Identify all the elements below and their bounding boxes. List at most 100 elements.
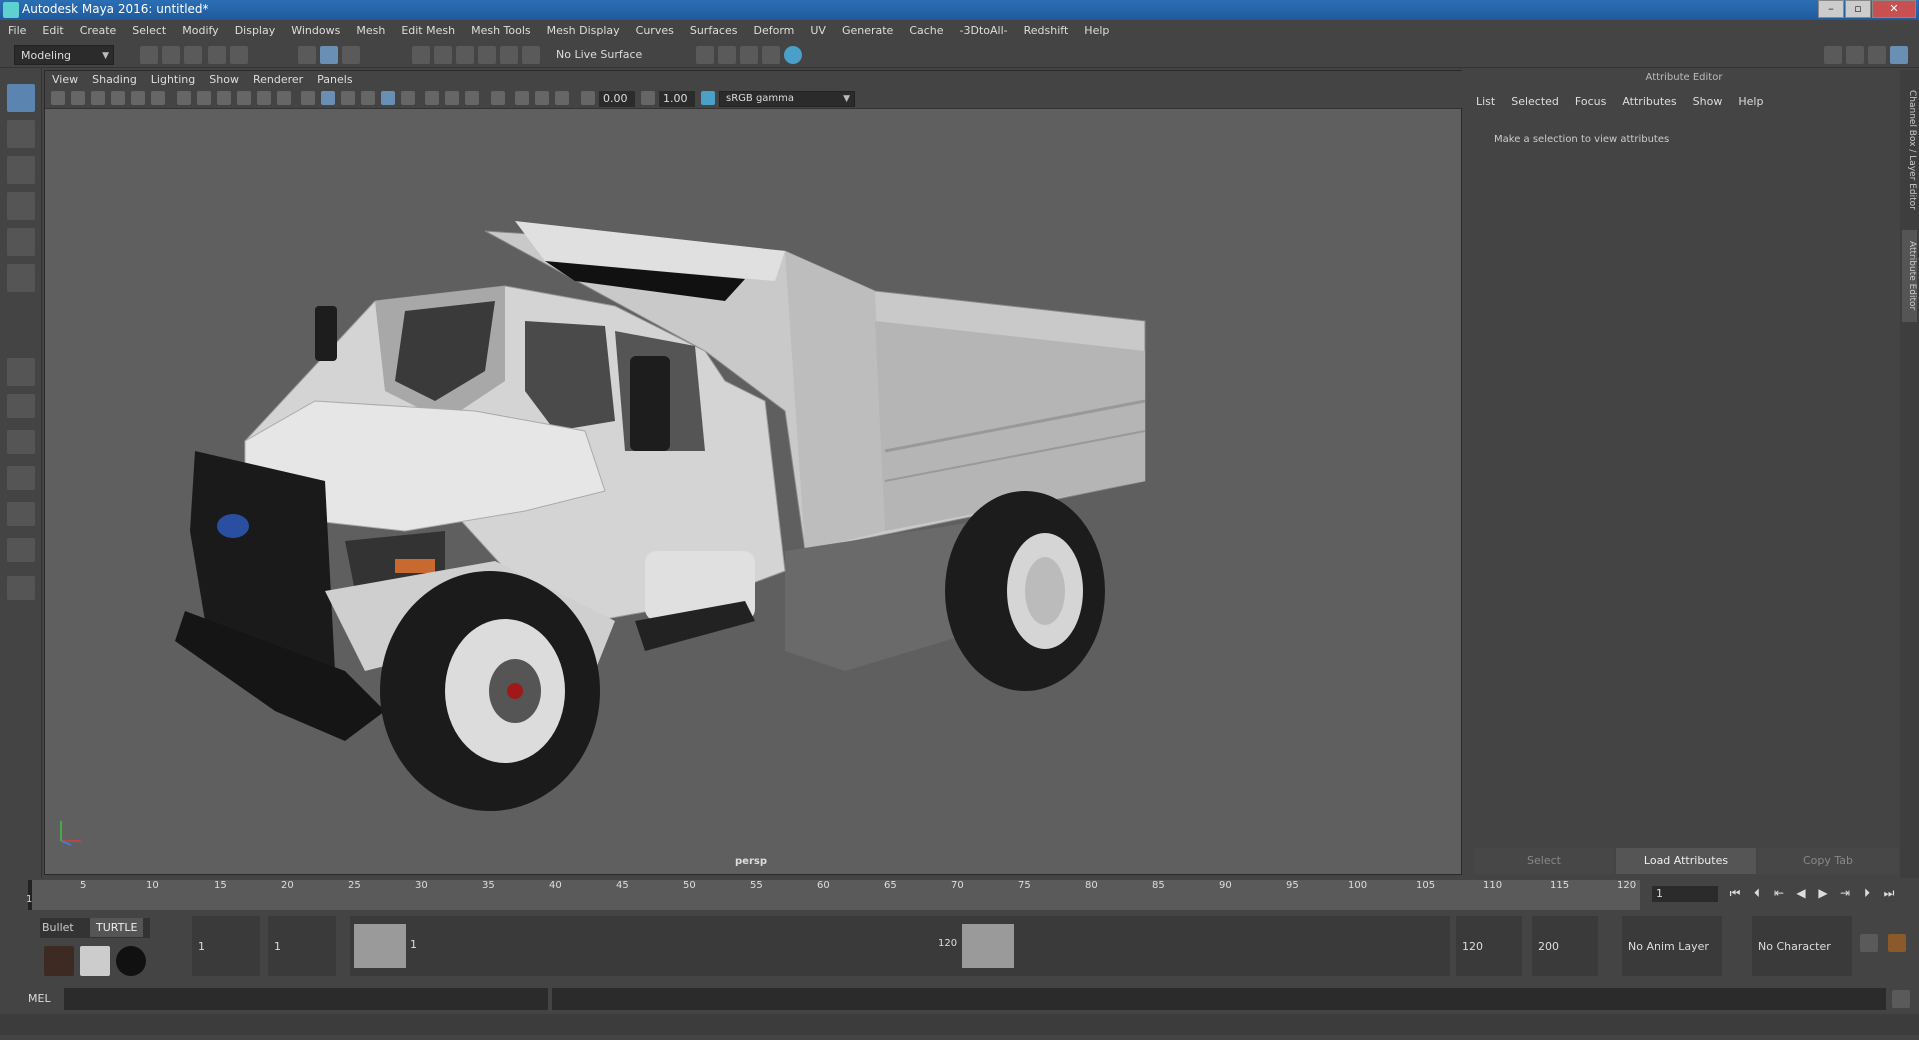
attribute-editor-toggle-icon[interactable]	[1846, 46, 1864, 64]
color-management-icon[interactable]	[701, 91, 715, 105]
go-to-end-icon[interactable]: ⏭	[1882, 886, 1896, 900]
save-scene-icon[interactable]	[184, 46, 202, 64]
camera-attributes-icon[interactable]	[71, 91, 85, 105]
channel-box-tab[interactable]: Channel Box / Layer Editor	[1902, 80, 1917, 220]
minimize-button[interactable]: –	[1818, 0, 1844, 18]
snap-grid-icon[interactable]	[412, 46, 430, 64]
live-surface-field[interactable]: No Live Surface	[550, 45, 644, 65]
safe-action-icon[interactable]	[277, 91, 291, 105]
modeling-toolkit-icon[interactable]	[1824, 46, 1842, 64]
paint-select-tool-icon[interactable]	[7, 156, 35, 184]
select-by-component-icon[interactable]	[342, 46, 360, 64]
shadows-icon[interactable]	[425, 91, 439, 105]
gate-mask-icon[interactable]	[237, 91, 251, 105]
auto-key-icon[interactable]	[1860, 934, 1878, 952]
open-scene-icon[interactable]	[162, 46, 180, 64]
command-input[interactable]	[64, 988, 548, 1010]
xray-icon[interactable]	[515, 91, 529, 105]
dump-truck-model[interactable]	[145, 151, 1325, 851]
step-back-key-icon[interactable]: ⇤	[1772, 886, 1786, 900]
material-shelf-icon[interactable]	[80, 946, 110, 976]
motion-blur-icon[interactable]	[465, 91, 479, 105]
snap-live-icon[interactable]	[500, 46, 518, 64]
character-set-select[interactable]: No Character Set	[1752, 916, 1852, 1015]
select-button[interactable]: Select	[1474, 848, 1614, 874]
attribute-editor-tab[interactable]: Attribute Editor	[1902, 230, 1917, 322]
range-track[interactable]: 1 120	[350, 916, 1450, 976]
isolate-select-icon[interactable]	[491, 91, 505, 105]
anim-layer-select[interactable]: No Anim Layer	[1622, 916, 1722, 976]
fire-shelf-icon[interactable]	[44, 946, 74, 976]
step-back-frame-icon[interactable]: ⏴	[1750, 886, 1764, 900]
shelf-tab-turtle[interactable]: TURTLE	[90, 918, 144, 937]
snap-curve-icon[interactable]	[434, 46, 452, 64]
layout-graph-icon[interactable]	[7, 502, 35, 526]
redo-icon[interactable]	[230, 46, 248, 64]
resolution-gate-icon[interactable]	[217, 91, 231, 105]
use-lights-icon[interactable]	[401, 91, 415, 105]
screen-space-ao-icon[interactable]	[445, 91, 459, 105]
menu-surfaces[interactable]: Surfaces	[682, 20, 746, 42]
snap-view-icon[interactable]	[478, 46, 496, 64]
ipr-render-icon[interactable]	[718, 46, 736, 64]
select-tool-icon[interactable]	[7, 84, 35, 112]
field-chart-icon[interactable]	[257, 91, 271, 105]
ae-menu-focus[interactable]: Focus	[1567, 92, 1614, 112]
animation-end-field[interactable]: 200	[1532, 916, 1598, 976]
textured-icon[interactable]	[381, 91, 395, 105]
vp-menu-lighting[interactable]: Lighting	[144, 71, 202, 89]
gamma-icon[interactable]	[641, 91, 655, 105]
render-frame-icon[interactable]	[696, 46, 714, 64]
menu-select[interactable]: Select	[124, 20, 174, 42]
scale-tool-icon[interactable]	[7, 264, 35, 292]
xray-components-icon[interactable]	[555, 91, 569, 105]
ae-menu-selected[interactable]: Selected	[1503, 92, 1567, 112]
load-attributes-button[interactable]: Load Attributes	[1616, 848, 1756, 874]
layout-outliner-icon[interactable]	[7, 466, 35, 490]
menu-redshift[interactable]: Redshift	[1016, 20, 1077, 42]
exposure-icon[interactable]	[581, 91, 595, 105]
gamma-field[interactable]: 1.00	[659, 91, 695, 107]
go-to-start-icon[interactable]: ⏮	[1728, 886, 1742, 900]
new-scene-icon[interactable]	[140, 46, 158, 64]
ae-menu-list[interactable]: List	[1468, 92, 1503, 112]
ae-menu-help[interactable]: Help	[1730, 92, 1771, 112]
ae-menu-show[interactable]: Show	[1685, 92, 1731, 112]
rotate-tool-icon[interactable]	[7, 228, 35, 256]
vp-menu-renderer[interactable]: Renderer	[246, 71, 310, 89]
ae-menu-attributes[interactable]: Attributes	[1614, 92, 1684, 112]
menu-create[interactable]: Create	[72, 20, 125, 42]
film-gate-icon[interactable]	[197, 91, 211, 105]
playback-start-field[interactable]: 1	[268, 916, 336, 976]
menu-3dtoall[interactable]: -3DtoAll-	[952, 20, 1016, 42]
move-tool-icon[interactable]	[7, 192, 35, 220]
playback-end-field[interactable]: 120	[1456, 916, 1522, 976]
snap-magnet-icon[interactable]	[522, 46, 540, 64]
current-frame-field[interactable]: 1	[1652, 886, 1718, 902]
menu-windows[interactable]: Windows	[283, 20, 348, 42]
render-view-icon[interactable]	[784, 46, 802, 64]
vp-menu-panels[interactable]: Panels	[310, 71, 359, 89]
tool-settings-icon[interactable]	[1868, 46, 1886, 64]
copy-tab-button[interactable]: Copy Tab	[1758, 848, 1898, 874]
channel-box-icon[interactable]	[1890, 46, 1908, 64]
menu-curves[interactable]: Curves	[628, 20, 682, 42]
sphere-shelf-icon[interactable]	[116, 946, 146, 976]
hypershade-icon[interactable]	[762, 46, 780, 64]
grease-pencil-icon[interactable]	[151, 91, 165, 105]
lasso-tool-icon[interactable]	[7, 120, 35, 148]
command-language-label[interactable]: MEL	[28, 992, 51, 1005]
timeline-ruler[interactable]: 5 10 15 20 25 30 35 40 45 50 55 60 65 70…	[26, 880, 1640, 910]
menu-uv[interactable]: UV	[802, 20, 834, 42]
snap-point-icon[interactable]	[456, 46, 474, 64]
menu-edit-mesh[interactable]: Edit Mesh	[393, 20, 463, 42]
menu-modify[interactable]: Modify	[174, 20, 226, 42]
menu-edit[interactable]: Edit	[34, 20, 71, 42]
maximize-button[interactable]: ▫	[1845, 0, 1871, 18]
menu-file[interactable]: File	[0, 20, 34, 42]
menu-help[interactable]: Help	[1076, 20, 1117, 42]
range-end-handle[interactable]	[962, 924, 1014, 968]
menu-mesh-display[interactable]: Mesh Display	[539, 20, 628, 42]
default-material-icon[interactable]	[341, 91, 355, 105]
script-editor-icon[interactable]	[1892, 990, 1910, 1008]
